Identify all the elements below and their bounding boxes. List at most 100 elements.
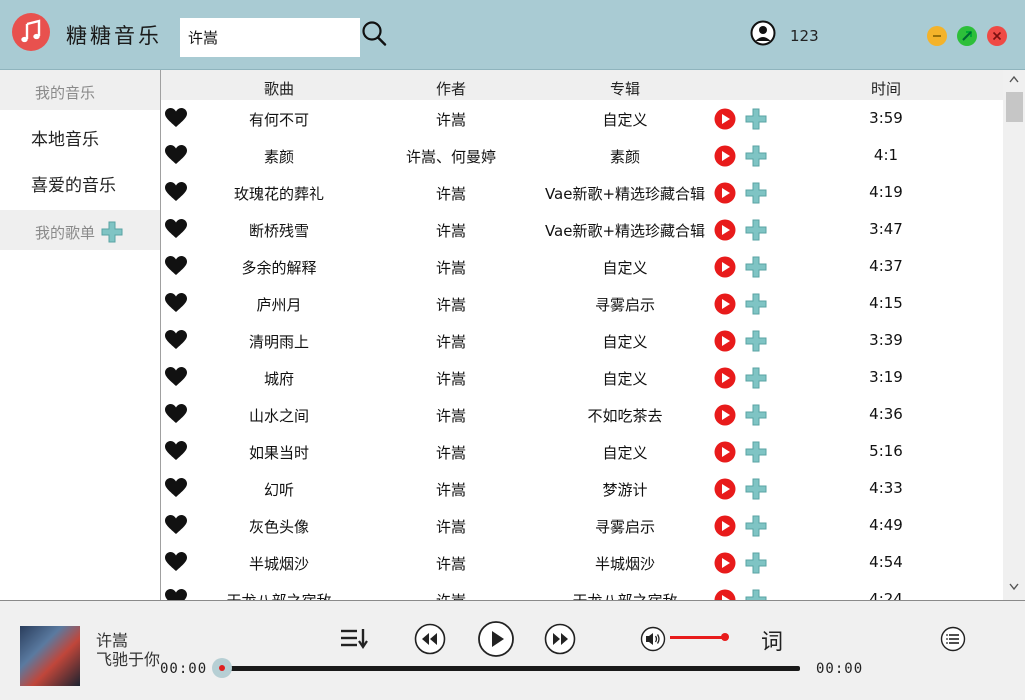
scroll-down-icon[interactable] [1009, 583, 1019, 591]
play-circle-icon[interactable] [714, 145, 736, 167]
table-row[interactable]: 半城烟沙 许嵩 半城烟沙 4:54 [161, 544, 1003, 581]
sidebar-item-local-music[interactable]: 本地音乐 [31, 125, 99, 150]
column-header-album: 专辑 [609, 80, 640, 98]
album-cover[interactable] [20, 626, 80, 686]
song-table: 歌曲 作者 专辑 时间 有何不可 许嵩 自定义 3:59 素颜 许嵩、何曼婷 素颜 4:1 玫瑰… [160, 70, 1025, 600]
volume-slider-handle[interactable] [721, 633, 729, 641]
play-circle-icon[interactable] [714, 589, 736, 600]
song-album: 自定义 [602, 259, 648, 277]
plus-icon[interactable] [745, 145, 767, 167]
play-icon [478, 621, 514, 657]
heart-icon[interactable] [165, 330, 187, 350]
search-input[interactable] [180, 18, 360, 57]
table-row[interactable]: 素颜 许嵩、何曼婷 素颜 4:1 [161, 137, 1003, 174]
plus-icon[interactable] [745, 404, 767, 426]
play-circle-icon[interactable] [714, 182, 736, 204]
table-row[interactable]: 清明雨上 许嵩 自定义 3:39 [161, 322, 1003, 359]
plus-icon[interactable] [745, 552, 767, 574]
scroll-up-icon[interactable] [1009, 75, 1019, 83]
next-button[interactable] [544, 623, 576, 655]
play-button[interactable] [477, 620, 515, 658]
scrollbar-thumb[interactable] [1006, 92, 1023, 122]
heart-icon[interactable] [165, 404, 187, 424]
play-circle-icon[interactable] [714, 367, 736, 389]
add-playlist-button[interactable] [100, 220, 124, 244]
minimize-button[interactable] [927, 26, 947, 46]
play-circle-icon[interactable] [714, 293, 736, 315]
heart-icon[interactable] [165, 552, 187, 572]
menu-button[interactable] [940, 626, 966, 652]
table-row[interactable]: 庐州月 许嵩 寻雾启示 4:15 [161, 285, 1003, 322]
heart-icon[interactable] [165, 182, 187, 202]
table-row[interactable]: 有何不可 许嵩 自定义 3:59 [161, 100, 1003, 137]
song-artist: 许嵩 [435, 444, 466, 462]
playlist-order-icon[interactable] [340, 627, 368, 649]
play-circle-icon[interactable] [714, 515, 736, 537]
sidebar-section-my-music: 我的音乐 [0, 70, 160, 110]
plus-icon[interactable] [745, 515, 767, 537]
song-duration: 3:59 [869, 109, 903, 127]
heart-icon[interactable] [165, 256, 187, 276]
song-album: 自定义 [602, 444, 648, 462]
table-row[interactable]: 山水之间 许嵩 不如吃茶去 4:36 [161, 396, 1003, 433]
play-circle-icon[interactable] [714, 256, 736, 278]
plus-icon[interactable] [745, 330, 767, 352]
table-row[interactable]: 幻听 许嵩 梦游计 4:33 [161, 470, 1003, 507]
plus-icon[interactable] [745, 589, 767, 600]
play-circle-icon[interactable] [714, 219, 736, 241]
song-artist: 许嵩 [435, 518, 466, 536]
close-button[interactable] [987, 26, 1007, 46]
maximize-button[interactable] [957, 26, 977, 46]
play-circle-icon[interactable] [714, 404, 736, 426]
user-icon[interactable] [750, 20, 776, 46]
heart-icon[interactable] [165, 589, 187, 600]
play-circle-icon[interactable] [714, 478, 736, 500]
search-icon[interactable] [360, 20, 388, 48]
plus-icon[interactable] [745, 219, 767, 241]
table-header: 歌曲 作者 专辑 时间 [161, 70, 1003, 100]
volume-slider[interactable] [670, 636, 725, 639]
heart-icon[interactable] [165, 108, 187, 128]
plus-icon[interactable] [745, 256, 767, 278]
heart-icon[interactable] [165, 219, 187, 239]
plus-icon[interactable] [745, 108, 767, 130]
play-circle-icon[interactable] [714, 552, 736, 574]
plus-icon[interactable] [745, 293, 767, 315]
song-duration: 4:15 [869, 294, 903, 312]
plus-icon[interactable] [745, 182, 767, 204]
app-title: 糖糖音乐 [66, 24, 162, 48]
sidebar-item-favorite-music[interactable]: 喜爱的音乐 [31, 171, 116, 196]
table-row[interactable]: 玫瑰花的葬礼 许嵩 Vae新歌+精选珍藏合辑 4:19 [161, 174, 1003, 211]
table-row[interactable]: 断桥残雪 许嵩 Vae新歌+精选珍藏合辑 3:47 [161, 211, 1003, 248]
song-artist: 许嵩 [435, 296, 466, 314]
plus-icon[interactable] [745, 478, 767, 500]
volume-button[interactable] [640, 626, 666, 652]
plus-icon[interactable] [745, 367, 767, 389]
play-circle-icon[interactable] [714, 330, 736, 352]
song-duration: 4:36 [869, 405, 903, 423]
song-duration: 3:47 [869, 220, 903, 238]
heart-icon[interactable] [165, 515, 187, 535]
heart-icon[interactable] [165, 145, 187, 165]
heart-icon[interactable] [165, 293, 187, 313]
table-row[interactable]: 多余的解释 许嵩 自定义 4:37 [161, 248, 1003, 285]
previous-button[interactable] [414, 623, 446, 655]
lyrics-button[interactable]: 词 [761, 624, 783, 656]
heart-icon[interactable] [165, 441, 187, 461]
progress-bar[interactable] [222, 666, 800, 671]
plus-icon[interactable] [745, 441, 767, 463]
table-scrollbar[interactable] [1003, 70, 1025, 600]
table-row[interactable]: 如果当时 许嵩 自定义 5:16 [161, 433, 1003, 470]
heart-icon[interactable] [165, 367, 187, 387]
play-circle-icon[interactable] [714, 108, 736, 130]
song-album: 自定义 [602, 333, 648, 351]
heart-icon[interactable] [165, 478, 187, 498]
progress-handle[interactable] [212, 658, 232, 678]
play-circle-icon[interactable] [714, 441, 736, 463]
table-row[interactable]: 灰色头像 许嵩 寻雾启示 4:49 [161, 507, 1003, 544]
music-note-icon [12, 13, 50, 51]
song-title: 多余的解释 [241, 259, 317, 277]
table-row[interactable]: 天龙八部之宿敌许嵩天龙八部之宿敌 4:24 [161, 581, 1003, 600]
song-artist: 许嵩 [435, 407, 466, 425]
table-row[interactable]: 城府 许嵩 自定义 3:19 [161, 359, 1003, 396]
